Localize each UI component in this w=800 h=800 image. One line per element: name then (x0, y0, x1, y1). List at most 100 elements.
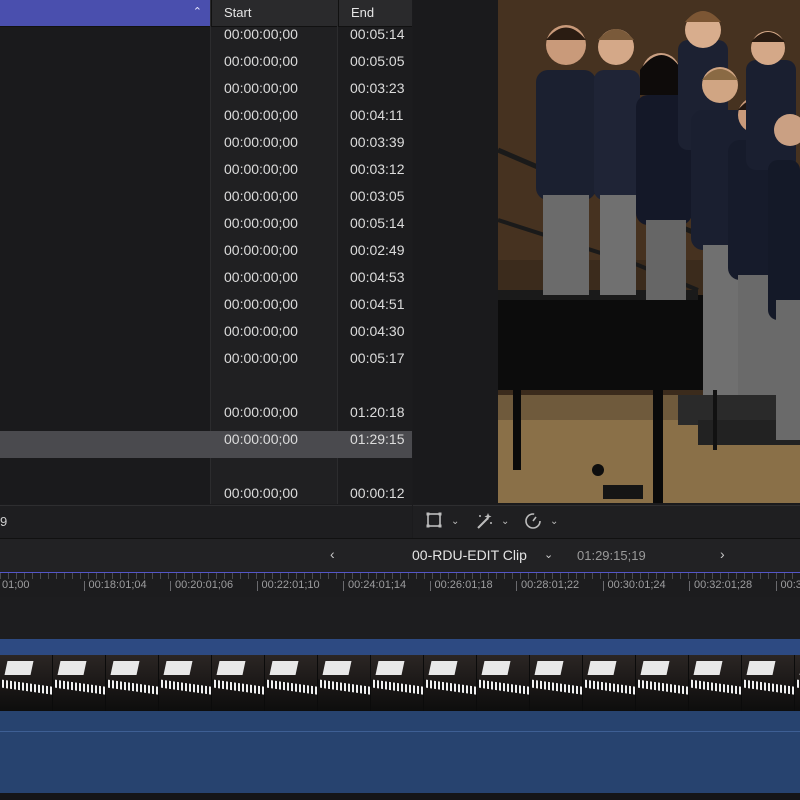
end-timecode: 00:05:14 (350, 26, 405, 42)
table-row[interactable]: 00:00:00;00 00:03:12 (0, 161, 412, 188)
viewer-toolbar: ⌄ ⌄ ⌄ (413, 505, 800, 538)
audio-track[interactable] (0, 711, 800, 793)
table-row[interactable]: 00:00:00;00 00:03:39 (0, 134, 412, 161)
start-timecode: 00:00:00;00 (224, 53, 298, 69)
table-row[interactable]: 00:00:00;00 00:04:51 (0, 296, 412, 323)
start-timecode: 00:00:00;00 (224, 404, 298, 420)
clip-title-bar[interactable] (0, 639, 800, 655)
chevron-down-icon[interactable]: ⌄ (550, 512, 558, 532)
column-header-end[interactable]: End (338, 0, 412, 26)
start-timecode: 00:00:00;00 (224, 350, 298, 366)
ruler-timecode: 00:34:02;0 (775, 579, 800, 591)
ruler-timecode: 00:22:01;10 (256, 579, 320, 591)
chevron-down-icon[interactable]: ⌄ (501, 512, 509, 532)
table-row[interactable]: 00:00:00;00 00:05:05 (0, 53, 412, 80)
table-row[interactable]: 00:00:00;00 00:04:30 (0, 323, 412, 350)
clip-rows: 00:00:00;00 00:05:14 00:00:00;00 00:05:05 00… (0, 26, 412, 504)
speedometer-icon (524, 513, 542, 533)
chevron-right-icon[interactable]: › (720, 546, 725, 562)
filmstrip-frame (318, 655, 371, 711)
filmstrip-frame (424, 655, 477, 711)
start-timecode: 00:00:00;00 (224, 107, 298, 123)
filmstrip-frame (265, 655, 318, 711)
start-timecode: 00:00:00;00 (224, 296, 298, 312)
table-row[interactable] (0, 377, 412, 404)
start-timecode: 00:00:00;00 (224, 134, 298, 150)
end-timecode: 00:03:12 (350, 161, 405, 177)
start-timecode: 00:00:00;00 (224, 485, 298, 501)
start-timecode: 00:00:00;00 (224, 26, 298, 42)
end-timecode: 00:04:51 (350, 296, 405, 312)
table-row[interactable]: 00:00:00;00 00:05:14 (0, 26, 412, 53)
table-row[interactable]: 00:00:00;00 00:02:49 (0, 242, 412, 269)
browser-footer: 9 (0, 505, 412, 538)
item-count: 9 (0, 514, 8, 529)
magic-wand-icon (475, 513, 493, 533)
chevron-down-icon[interactable]: ⌄ (544, 548, 553, 561)
start-timecode: 00:00:00;00 (224, 431, 298, 447)
sort-chevron-up-icon[interactable]: ⌃ (193, 5, 202, 18)
video-clip-filmstrip[interactable] (0, 655, 800, 711)
project-name[interactable]: 00-RDU-EDIT Clip (412, 547, 527, 563)
timeline-ruler[interactable]: 01;00 00:18:01;04 00:20:01;06 00:22:01;10 00… (0, 572, 800, 598)
table-row[interactable]: 00:00:00;00 00:00:12 (0, 485, 412, 504)
table-row[interactable] (0, 458, 412, 485)
timeline-header: ‹ 00-RDU-EDIT Clip ⌄ 01:29:15;19 › (0, 538, 800, 573)
filmstrip-frame (583, 655, 636, 711)
table-row[interactable]: 00:00:00;00 00:05:14 (0, 215, 412, 242)
end-timecode: 00:04:30 (350, 323, 405, 339)
retime-button[interactable] (524, 512, 542, 532)
filmstrip-frame (212, 655, 265, 711)
crop-square-icon (426, 512, 442, 531)
column-header-name[interactable]: ⌃ (0, 0, 210, 26)
filmstrip-frame (742, 655, 795, 711)
start-timecode: 00:00:00;00 (224, 188, 298, 204)
filmstrip-frame (636, 655, 689, 711)
end-timecode: 00:03:23 (350, 80, 405, 96)
end-timecode: 00:04:11 (350, 107, 404, 123)
start-timecode: 00:00:00;00 (224, 161, 298, 177)
filmstrip-frame (689, 655, 742, 711)
start-timecode: 00:00:00;00 (224, 242, 298, 258)
ruler-timecode: 00:20:01;06 (169, 579, 234, 591)
ruler-timecode: 00:28:01;22 (515, 579, 580, 591)
table-row[interactable]: 00:00:00;00 00:04:53 (0, 269, 412, 296)
filmstrip-frame (159, 655, 212, 711)
audio-volume-line[interactable] (0, 731, 800, 732)
chevron-left-icon[interactable]: ‹ (330, 546, 335, 562)
filmstrip-frame (795, 655, 800, 711)
end-timecode: 00:05:05 (350, 53, 405, 69)
ruler-timecode: 00:30:01;24 (602, 579, 666, 591)
table-row[interactable]: 00:00:00;00 01:29:15 (0, 431, 412, 458)
start-timecode: 00:00:00;00 (224, 269, 298, 285)
start-timecode: 00:00:00;00 (224, 323, 298, 339)
column-header-start[interactable]: Start (211, 0, 337, 26)
video-frame[interactable] (498, 0, 800, 503)
column-header: ⌃ Start End (0, 0, 412, 27)
filmstrip-frame (477, 655, 530, 711)
chevron-down-icon[interactable]: ⌄ (451, 512, 459, 532)
choir-video-image (498, 0, 800, 503)
enhance-button[interactable] (475, 512, 493, 532)
project-duration: 01:29:15;19 (577, 548, 646, 563)
end-timecode: 00:00:12 (350, 485, 405, 501)
table-row[interactable]: 00:00:00;00 00:03:05 (0, 188, 412, 215)
transform-button[interactable] (426, 512, 442, 532)
end-timecode: 00:03:39 (350, 134, 405, 150)
end-timecode: 00:05:14 (350, 215, 405, 231)
table-row[interactable]: 00:00:00;00 00:05:17 (0, 350, 412, 377)
table-row[interactable]: 00:00:00;00 00:04:11 (0, 107, 412, 134)
end-timecode: 00:04:53 (350, 269, 405, 285)
browser-list: ⌃ Start End 00:00:00;00 00:05:14 00:00:00;… (0, 0, 412, 504)
ruler-timecode: 00:18:01;04 (83, 579, 147, 591)
filmstrip-frame (371, 655, 424, 711)
ruler-timecode: 00:24:01;14 (342, 579, 407, 591)
timeline[interactable] (0, 597, 800, 800)
table-row[interactable]: 00:00:00;00 01:20:18 (0, 404, 412, 431)
end-timecode: 00:05:17 (350, 350, 405, 366)
viewer (413, 0, 800, 504)
filmstrip-frame (0, 655, 53, 711)
filmstrip-frame (106, 655, 159, 711)
table-row[interactable]: 00:00:00;00 00:03:23 (0, 80, 412, 107)
start-timecode: 00:00:00;00 (224, 215, 298, 231)
